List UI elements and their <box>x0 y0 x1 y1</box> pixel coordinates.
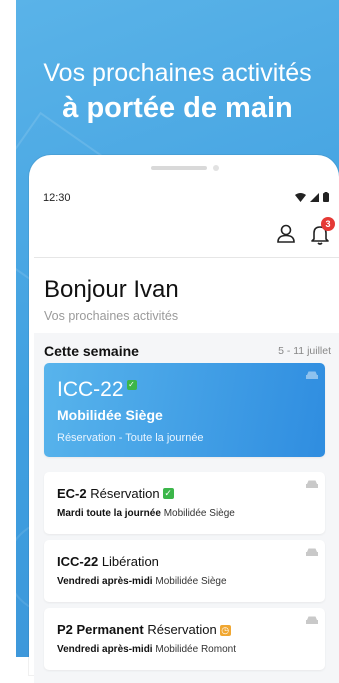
status-icons <box>295 192 329 205</box>
activity-title: EC-2 Réservation ✓ <box>57 486 174 501</box>
headline-line-1: Vos prochaines activités <box>43 59 312 87</box>
promo-headline: Vos prochaines activités à portée de mai… <box>16 58 339 126</box>
car-icon <box>306 616 318 624</box>
activity-meta: Mardi toute la journée Mobilidée Siège <box>57 508 235 519</box>
car-icon <box>306 548 318 556</box>
phone-camera <box>213 165 219 171</box>
wifi-icon <box>295 193 307 202</box>
activity-title: P2 Permanent Réservation ◷ <box>57 622 231 637</box>
greeting-section: Bonjour Ivan Vos prochaines activités <box>34 258 339 333</box>
car-icon <box>306 371 318 379</box>
activity-meta: Vendredi après-midi Mobilidée Siège <box>57 576 227 587</box>
activity-card[interactable]: ICC-22 Libération Vendredi après-midi Mo… <box>44 540 325 602</box>
signal-icon <box>310 193 320 202</box>
week-range: 5 - 11 juillet <box>278 345 331 357</box>
activity-card-featured[interactable]: ICC-22 ✓ Mobilidée Siège Réservation - To… <box>44 363 325 457</box>
check-icon: ✓ <box>126 380 137 390</box>
battery-icon <box>323 192 329 202</box>
activity-unit: Mobilidée Siège <box>57 407 163 423</box>
week-header: Cette semaine 5 - 11 juillet <box>44 343 331 363</box>
week-title: Cette semaine <box>44 343 139 359</box>
greeting-subtitle: Vos prochaines activités <box>44 309 179 323</box>
app-header: 3 <box>34 213 339 258</box>
activity-detail: Réservation - Toute la journée <box>57 432 204 444</box>
greeting-title: Bonjour Ivan <box>44 276 179 303</box>
phone-speaker <box>151 166 207 170</box>
app-screen: 12:30 3 Bonjour Ivan Vos prochaines acti… <box>34 183 339 683</box>
activity-meta: Vendredi après-midi Mobilidée Romont <box>57 644 236 655</box>
user-icon <box>277 224 295 243</box>
pending-icon: ◷ <box>219 625 231 636</box>
phone-frame: 12:30 3 Bonjour Ivan Vos prochaines acti… <box>29 155 339 683</box>
notifications-button[interactable]: 3 <box>307 217 335 247</box>
activity-card[interactable]: EC-2 Réservation ✓ Mardi toute la journée… <box>44 472 325 534</box>
check-icon: ✓ <box>162 488 174 499</box>
status-bar: 12:30 <box>34 183 339 213</box>
profile-button[interactable] <box>273 221 299 247</box>
status-time: 12:30 <box>43 192 71 204</box>
activity-code: ICC-22 ✓ <box>57 378 137 401</box>
car-icon <box>306 480 318 488</box>
activity-card[interactable]: P2 Permanent Réservation ◷ Vendredi après… <box>44 608 325 670</box>
notification-badge: 3 <box>321 217 335 231</box>
activity-title: ICC-22 Libération <box>57 554 159 569</box>
headline-line-2: à portée de main <box>62 92 293 124</box>
